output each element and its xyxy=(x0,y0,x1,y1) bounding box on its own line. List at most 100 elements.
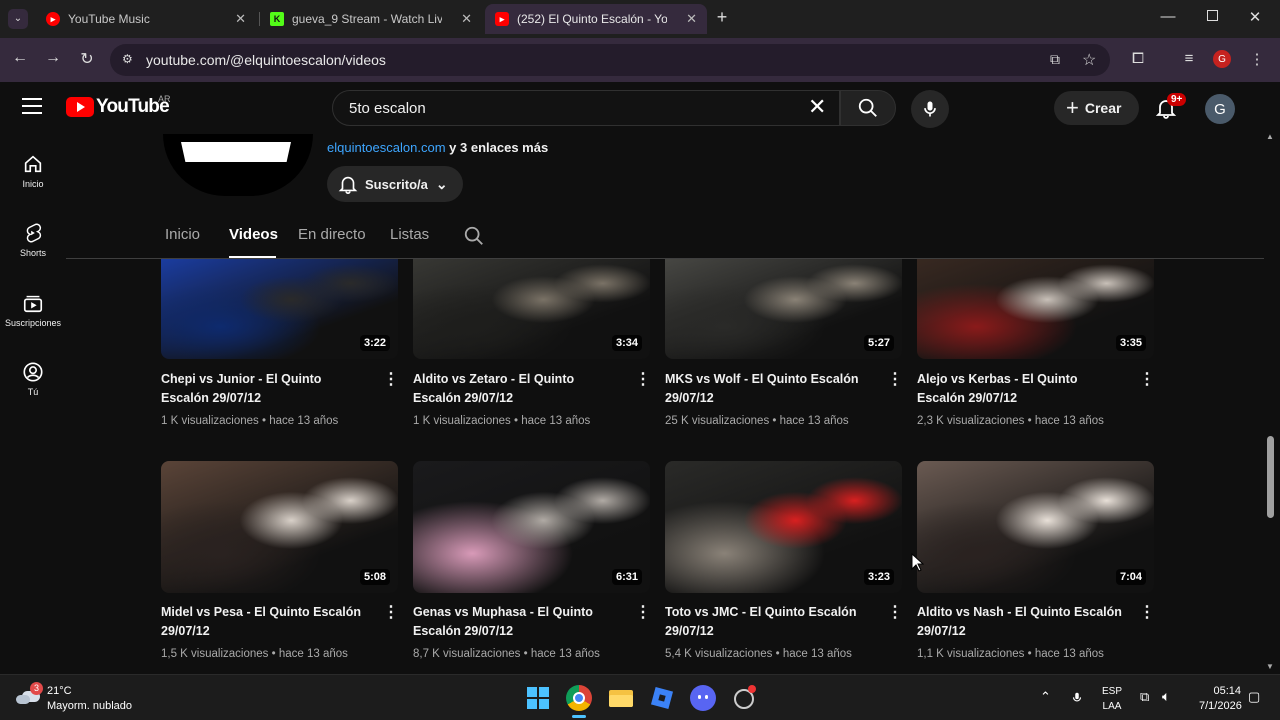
close-tab-icon[interactable]: ✕ xyxy=(461,11,472,27)
extensions-icon[interactable]: ⧠ xyxy=(1127,50,1149,67)
file-explorer-icon[interactable] xyxy=(608,685,634,711)
tab-title: YouTube Music xyxy=(68,12,150,26)
you-icon xyxy=(23,362,43,382)
browser-tab-kick[interactable]: K gueva_9 Stream - Watch Live on ✕ xyxy=(260,4,482,34)
bookmark-star-icon[interactable]: ☆ xyxy=(1082,50,1096,70)
video-thumbnail[interactable]: 3:23 xyxy=(665,461,902,593)
roblox-icon[interactable] xyxy=(649,685,675,711)
address-bar[interactable]: ⚙ youtube.com/@elquintoescalon/videos ⧉ … xyxy=(110,44,1110,76)
windows-taskbar: 3 21°C Mayorm. nublado ⌃ ESP LAA ⧉ 🔈︎ 05… xyxy=(0,674,1280,720)
subscriptions-icon xyxy=(23,295,43,313)
browser-tab-youtube-music[interactable]: ▸ YouTube Music ✕ xyxy=(36,4,256,34)
video-card[interactable]: 6:31 Genas vs Muphasa - El Quinto Escalón… xyxy=(413,259,651,674)
volume-icon[interactable]: 🔈︎ xyxy=(1162,688,1170,705)
weather-widget[interactable]: 21°C Mayorm. nublado xyxy=(47,684,132,714)
create-label: Crear xyxy=(1084,100,1122,116)
windows-start-icon[interactable] xyxy=(525,685,551,711)
video-card[interactable]: 3:23 Toto vs JMC - El Quinto Escalón 29/0… xyxy=(665,259,903,674)
meta-separator: • xyxy=(520,648,531,660)
scrollbar-thumb[interactable] xyxy=(1267,436,1274,518)
language-indicator[interactable]: ESP LAA xyxy=(1102,684,1122,714)
create-button[interactable]: + Crear xyxy=(1054,91,1139,125)
notifications-icon[interactable]: ▢ xyxy=(1248,689,1260,705)
subscribed-button[interactable]: Suscrito/a ⌄ xyxy=(327,166,463,202)
microphone-tray-icon[interactable] xyxy=(1070,690,1084,706)
video-views: 1,1 K visualizaciones xyxy=(917,648,1025,660)
guide-item-home[interactable]: Inicio xyxy=(0,153,66,189)
tab-en-directo[interactable]: En directo xyxy=(298,226,366,243)
tab-search-button[interactable]: ⌄ xyxy=(8,9,28,29)
scrollbar-track[interactable] xyxy=(1264,134,1280,674)
browser-profile-avatar[interactable]: G xyxy=(1213,50,1231,68)
guide-item-you[interactable]: Tú xyxy=(0,361,66,397)
video-title[interactable]: Aldito vs Nash - El Quinto Escalón 29/07… xyxy=(917,603,1127,641)
video-menu-icon[interactable]: ⋮ xyxy=(887,605,903,621)
video-duration: 7:04 xyxy=(1115,569,1146,585)
tab-videos[interactable]: Videos xyxy=(229,226,278,243)
video-menu-icon[interactable]: ⋮ xyxy=(635,605,651,621)
video-thumbnail[interactable]: 6:31 xyxy=(413,461,650,593)
mouse-cursor-icon xyxy=(911,553,925,572)
youtube-icon: ▸ xyxy=(495,12,509,26)
video-title[interactable]: Midel vs Pesa - El Quinto Escalón 29/07/… xyxy=(161,603,371,641)
tab-inicio[interactable]: Inicio xyxy=(165,226,200,243)
forward-arrow-icon[interactable]: → xyxy=(42,49,64,67)
youtube-logo[interactable]: YouTube xyxy=(66,96,170,118)
hamburger-menu-icon[interactable] xyxy=(22,98,42,114)
account-avatar[interactable]: G xyxy=(1205,94,1235,124)
subscribed-label: Suscrito/a xyxy=(365,176,428,192)
channel-link[interactable]: elquintoescalon.com xyxy=(327,140,446,155)
close-tab-icon[interactable]: ✕ xyxy=(235,11,246,27)
discord-icon[interactable] xyxy=(690,685,716,711)
media-control-icon[interactable]: ≡ xyxy=(1178,50,1200,67)
video-card[interactable]: 7:04 Aldito vs Nash - El Quinto Escalón 2… xyxy=(917,259,1155,674)
new-tab-button[interactable]: + xyxy=(714,7,730,28)
chevron-up-icon[interactable]: ⌃ xyxy=(1040,689,1051,705)
tab-title: gueva_9 Stream - Watch Live on xyxy=(292,12,442,26)
maximize-icon[interactable] xyxy=(1202,8,1222,25)
scroll-down-arrow[interactable]: ▼ xyxy=(1266,662,1274,671)
browser-tab-youtube[interactable]: ▸ (252) El Quinto Escalón - YouTube ✕ xyxy=(485,4,707,34)
close-window-icon[interactable]: ✕ xyxy=(1245,8,1265,26)
tab-listas[interactable]: Listas xyxy=(390,226,429,243)
temperature: 21°C xyxy=(47,685,72,697)
search-input[interactable]: 5to escalon xyxy=(332,90,840,126)
close-tab-icon[interactable]: ✕ xyxy=(686,11,697,27)
install-app-icon[interactable]: ⧉ xyxy=(1050,51,1060,68)
back-arrow-icon[interactable]: ← xyxy=(9,49,31,67)
browser-toolbar: ← → ↻ ⚙ youtube.com/@elquintoescalon/vid… xyxy=(0,38,1280,82)
scroll-up-arrow[interactable]: ▲ xyxy=(1266,132,1274,141)
video-menu-icon[interactable]: ⋮ xyxy=(383,605,399,621)
voice-search-button[interactable] xyxy=(911,90,949,128)
app-settings-icon[interactable] xyxy=(731,685,757,711)
clock[interactable]: 05:14 7/1/2026 xyxy=(1199,684,1242,714)
video-metadata: 1,5 K visualizaciones • hace 13 años xyxy=(161,648,348,660)
video-grid: 3:22 Chepi vs Junior - El Quinto Escalón … xyxy=(66,259,1264,674)
browser-tab-strip: ⌄ ▸ YouTube Music ✕ K gueva_9 Stream - W… xyxy=(0,0,1280,38)
search-button[interactable] xyxy=(840,90,896,126)
video-age: hace 13 años xyxy=(530,648,600,660)
network-icon[interactable]: ⧉ xyxy=(1140,689,1149,705)
site-info-icon[interactable]: ⚙ xyxy=(122,52,133,66)
video-thumbnail[interactable]: 5:08 xyxy=(161,461,398,593)
keyboard-layout: LAA xyxy=(1102,701,1122,712)
minimize-icon[interactable]: — xyxy=(1158,8,1178,25)
youtube-music-icon: ▸ xyxy=(46,12,60,26)
guide-item-subscriptions[interactable]: Suscripciones xyxy=(0,292,66,328)
clear-search-icon[interactable]: ✕ xyxy=(808,96,826,118)
guide-item-shorts[interactable]: Shorts xyxy=(0,222,66,258)
video-menu-icon[interactable]: ⋮ xyxy=(1139,605,1155,621)
chrome-icon[interactable] xyxy=(566,685,592,711)
chevron-down-icon: ⌄ xyxy=(435,175,448,192)
more-links[interactable]: y 3 enlaces más xyxy=(449,140,548,155)
weather-description: Mayorm. nublado xyxy=(47,700,132,712)
channel-avatar[interactable] xyxy=(163,134,313,196)
video-views: 5,4 K visualizaciones xyxy=(665,648,773,660)
video-thumbnail[interactable]: 7:04 xyxy=(917,461,1154,593)
video-card[interactable]: 5:08 Midel vs Pesa - El Quinto Escalón 29… xyxy=(161,259,399,674)
video-title[interactable]: Toto vs JMC - El Quinto Escalón 29/07/12 xyxy=(665,603,875,641)
chrome-menu-icon[interactable]: ⋮ xyxy=(1246,50,1268,68)
reload-icon[interactable]: ↻ xyxy=(76,49,98,69)
video-title[interactable]: Genas vs Muphasa - El Quinto Escalón 29/… xyxy=(413,603,623,641)
channel-search-icon[interactable] xyxy=(463,225,485,247)
